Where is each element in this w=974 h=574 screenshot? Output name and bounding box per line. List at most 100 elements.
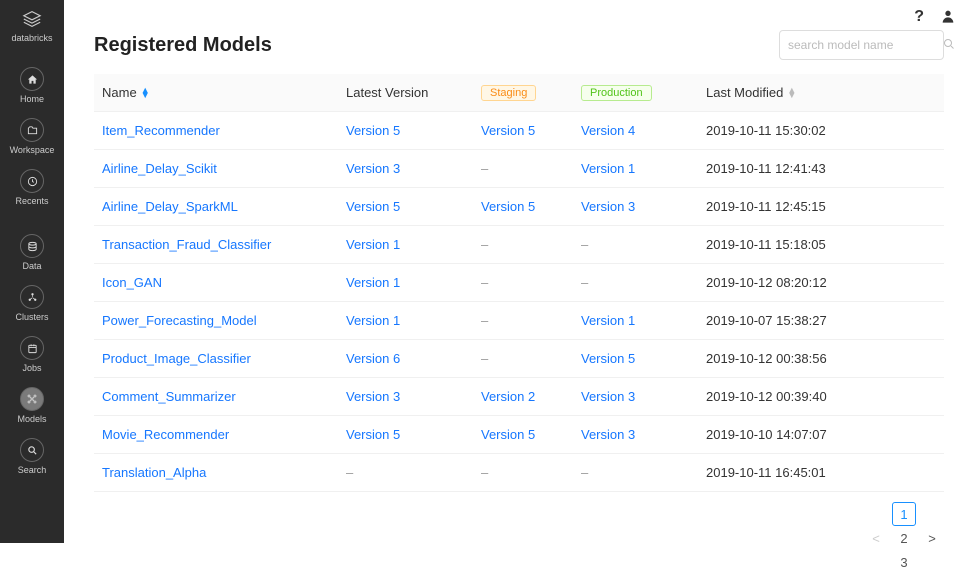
version-link[interactable]: Version 5 — [481, 427, 535, 442]
sidebar-item-clusters[interactable]: Clusters — [0, 279, 64, 330]
empty-value: – — [481, 465, 488, 480]
table-header-row: Name ▲▼ Latest Version Staging Productio… — [94, 74, 944, 112]
sort-icon: ▲▼ — [787, 88, 796, 98]
version-link[interactable]: Version 2 — [481, 389, 535, 404]
pagination-prev[interactable]: < — [864, 526, 888, 550]
table-row: Airline_Delay_SparkML Version 5 Version 5 V… — [94, 188, 944, 226]
folder-icon — [20, 118, 44, 142]
sidebar-item-home[interactable]: Home — [0, 61, 64, 112]
empty-value: – — [581, 237, 588, 252]
model-name-link[interactable]: Product_Image_Classifier — [102, 351, 251, 366]
user-icon[interactable] — [940, 8, 956, 29]
search-box[interactable] — [779, 30, 944, 60]
sidebar-item-label: Home — [20, 94, 44, 104]
table-row: Comment_Summarizer Version 3 Version 2 Vers… — [94, 378, 944, 416]
pagination: < 123 > — [94, 502, 944, 574]
main-content: ? Registered Models Name ▲▼ Latest Versi… — [64, 0, 974, 543]
pagination-next[interactable]: > — [920, 526, 944, 550]
version-link[interactable]: Version 5 — [581, 351, 635, 366]
calendar-icon — [20, 336, 44, 360]
home-icon — [20, 67, 44, 91]
col-header-staging: Staging — [481, 85, 581, 101]
col-header-last-modified[interactable]: Last Modified ▲▼ — [706, 85, 944, 100]
version-link[interactable]: Version 3 — [581, 389, 635, 404]
sidebar-item-label: Workspace — [10, 145, 55, 155]
empty-value: – — [481, 237, 488, 252]
col-header-production: Production — [581, 85, 706, 101]
pagination-page[interactable]: 2 — [892, 526, 916, 550]
version-link[interactable]: Version 3 — [581, 199, 635, 214]
brand-name: databricks — [11, 33, 52, 43]
model-name-link[interactable]: Power_Forecasting_Model — [102, 313, 257, 328]
version-link[interactable]: Version 1 — [346, 313, 400, 328]
sidebar-item-data[interactable]: Data — [0, 228, 64, 279]
database-icon — [20, 234, 44, 258]
pagination-page[interactable]: 3 — [892, 550, 916, 574]
table-row: Airline_Delay_Scikit Version 3 – Version 1 2… — [94, 150, 944, 188]
version-link[interactable]: Version 5 — [481, 123, 535, 138]
model-name-link[interactable]: Movie_Recommender — [102, 427, 229, 442]
version-link[interactable]: Version 5 — [346, 123, 400, 138]
version-link[interactable]: Version 6 — [346, 351, 400, 366]
model-name-link[interactable]: Item_Recommender — [102, 123, 220, 138]
version-link[interactable]: Version 3 — [346, 389, 400, 404]
empty-value: – — [481, 351, 488, 366]
sidebar-item-jobs[interactable]: Jobs — [0, 330, 64, 381]
empty-value: – — [581, 275, 588, 290]
sidebar-item-models[interactable]: Models — [0, 381, 64, 432]
models-table: Name ▲▼ Latest Version Staging Productio… — [94, 74, 944, 492]
search-icon — [943, 38, 955, 53]
cell-text: 2019-10-11 15:18:05 — [706, 237, 826, 252]
version-link[interactable]: Version 5 — [346, 199, 400, 214]
model-name-link[interactable]: Translation_Alpha — [102, 465, 206, 480]
model-name-link[interactable]: Airline_Delay_Scikit — [102, 161, 217, 176]
version-link[interactable]: Version 1 — [346, 237, 400, 252]
cell-text: 2019-10-12 08:20:12 — [706, 275, 827, 290]
sort-icon: ▲▼ — [141, 88, 150, 98]
col-header-name[interactable]: Name ▲▼ — [94, 85, 346, 100]
sidebar-item-recents[interactable]: Recents — [0, 163, 64, 214]
version-link[interactable]: Version 5 — [346, 427, 400, 442]
version-link[interactable]: Version 1 — [581, 161, 635, 176]
empty-value: – — [581, 465, 588, 480]
sidebar-item-label: Recents — [15, 196, 48, 206]
version-link[interactable]: Version 1 — [346, 275, 400, 290]
brand-logo[interactable]: databricks — [11, 6, 52, 47]
sidebar-item-workspace[interactable]: Workspace — [0, 112, 64, 163]
model-name-link[interactable]: Transaction_Fraud_Classifier — [102, 237, 271, 252]
staging-badge: Staging — [481, 85, 536, 101]
version-link[interactable]: Version 3 — [581, 427, 635, 442]
help-icon[interactable]: ? — [914, 8, 924, 29]
search-icon — [20, 438, 44, 462]
cell-text: 2019-10-11 12:41:43 — [706, 161, 826, 176]
search-input[interactable] — [788, 38, 943, 52]
model-name-link[interactable]: Airline_Delay_SparkML — [102, 199, 238, 214]
sidebar-item-search[interactable]: Search — [0, 432, 64, 483]
empty-value: – — [481, 275, 488, 290]
cell-text: 2019-10-11 16:45:01 — [706, 465, 826, 480]
version-link[interactable]: Version 1 — [581, 313, 635, 328]
topbar-icons: ? — [914, 8, 956, 29]
cell-text: 2019-10-12 00:38:56 — [706, 351, 827, 366]
pagination-page[interactable]: 1 — [892, 502, 916, 526]
version-link[interactable]: Version 3 — [346, 161, 400, 176]
sidebar-item-label: Search — [18, 465, 47, 475]
col-header-latest-version[interactable]: Latest Version — [346, 85, 481, 100]
model-name-link[interactable]: Comment_Summarizer — [102, 389, 236, 404]
version-link[interactable]: Version 4 — [581, 123, 635, 138]
cell-text: 2019-10-11 12:45:15 — [706, 199, 826, 214]
table-row: Movie_Recommender Version 5 Version 5 Versi… — [94, 416, 944, 454]
sidebar-item-label: Jobs — [22, 363, 41, 373]
models-icon — [20, 387, 44, 411]
table-row: Power_Forecasting_ModelVersion 1–Version… — [94, 302, 944, 340]
table-body: Item_Recommender Version 5 Version 5 Versio… — [94, 112, 944, 492]
version-link[interactable]: Version 5 — [481, 199, 535, 214]
model-name-link[interactable]: Icon_GAN — [102, 275, 162, 290]
sidebar-item-label: Clusters — [15, 312, 48, 322]
table-row: Item_Recommender Version 5 Version 5 Versio… — [94, 112, 944, 150]
table-row: Transaction_Fraud_Classifier Version 1 – – 2… — [94, 226, 944, 264]
empty-value: – — [481, 161, 488, 176]
table-row: Product_Image_Classifier Version 6 – Versio… — [94, 340, 944, 378]
cell-text: 2019-10-07 15:38:27 — [706, 313, 827, 328]
cell-text: 2019-10-12 00:39:40 — [706, 389, 827, 404]
